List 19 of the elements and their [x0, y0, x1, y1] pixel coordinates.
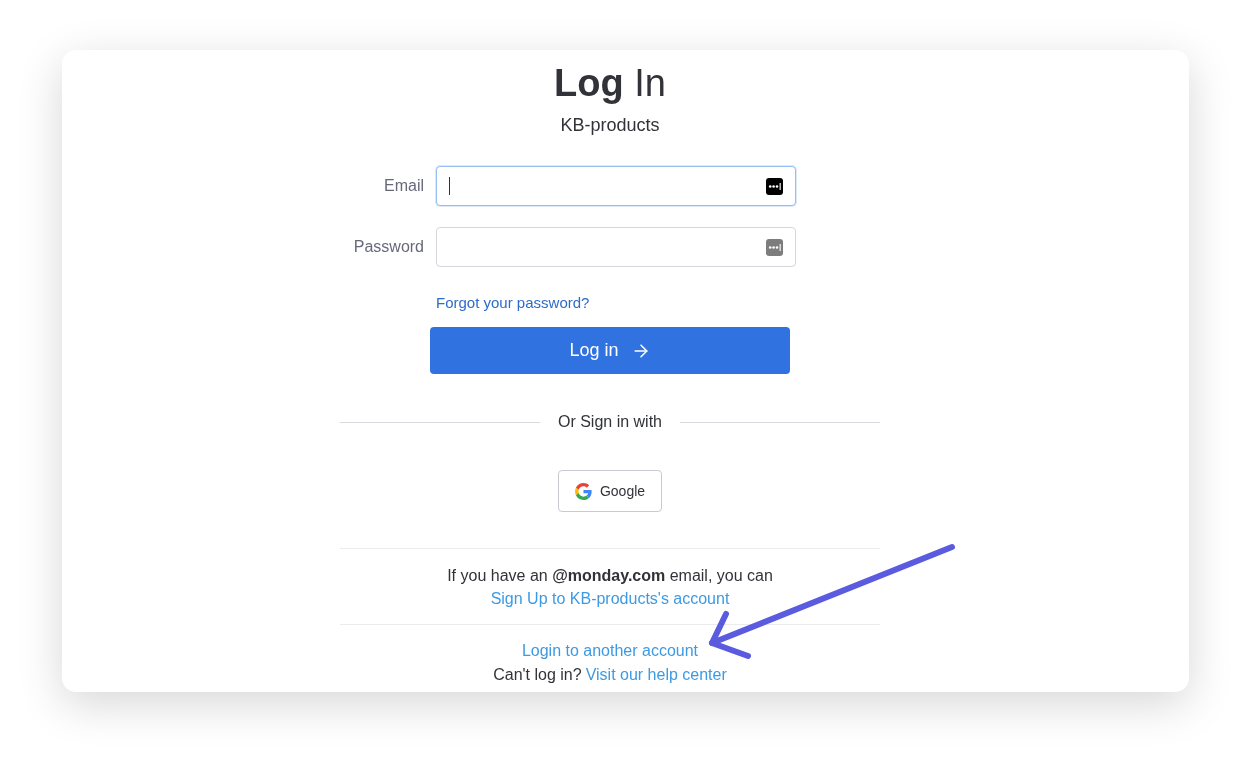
dots-icon	[766, 238, 783, 256]
input-field[interactable]	[436, 166, 796, 206]
google-button[interactable]: Google	[557, 470, 663, 512]
signup-link[interactable]: Sign Up to KB-products's account	[490, 587, 730, 610]
field-label: Password	[353, 237, 424, 257]
signup-note: If you have an @monday.com email, you can	[447, 566, 773, 586]
account-name: KB-products	[560, 114, 660, 137]
forgot-password-link[interactable]: Forgot your password?	[436, 294, 590, 311]
login-button[interactable]: Log in	[430, 327, 790, 374]
dots-icon	[766, 177, 783, 195]
google-logo-icon	[574, 482, 592, 500]
text-cursor-icon	[449, 177, 450, 195]
help-center-link[interactable]: Visit our help center	[585, 663, 727, 687]
divider-label: Or Sign in with	[557, 412, 662, 432]
field-label: Email	[384, 176, 424, 196]
page-title: Log In	[554, 61, 666, 106]
input-field[interactable]	[436, 227, 796, 267]
help-prompt: Can't log in?	[493, 665, 582, 685]
other-account-link[interactable]: Login to another account	[521, 639, 699, 663]
